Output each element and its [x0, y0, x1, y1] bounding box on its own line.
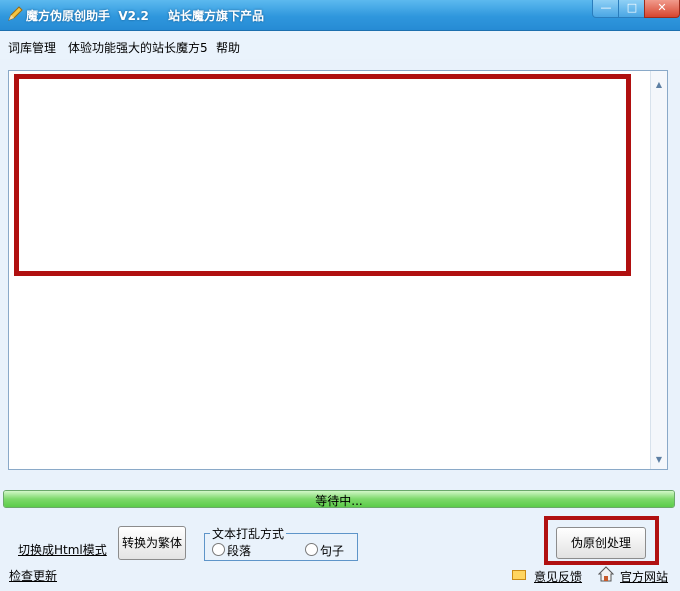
progress-label: 等待中...: [315, 494, 363, 508]
menu-item-lexicon[interactable]: 词库管理: [8, 39, 56, 56]
feedback-link[interactable]: 意见反馈: [534, 568, 582, 585]
scroll-up-icon[interactable]: ▲: [654, 80, 664, 90]
window-title: 魔方伪原创助手 V2.2: [26, 9, 149, 23]
html-mode-link[interactable]: 切换成Html模式: [18, 541, 107, 558]
menu-item-zzmofang[interactable]: 体验功能强大的站长魔方5: [68, 39, 208, 56]
radio-paragraph-label[interactable]: 段落: [227, 542, 251, 559]
menu-item-help[interactable]: 帮助: [216, 39, 240, 56]
minimize-button[interactable]: —: [592, 0, 620, 18]
radio-paragraph[interactable]: [212, 543, 225, 556]
radio-sentence[interactable]: [305, 543, 318, 556]
progress-bar: 等待中...: [3, 490, 675, 508]
title-bar: 魔方伪原创助手 V2.2 站长魔方旗下产品 — □ ✕: [0, 0, 680, 31]
home-icon: [598, 566, 614, 582]
close-icon: ✕: [657, 1, 667, 14]
maximize-button[interactable]: □: [618, 0, 646, 18]
shuffle-group-label: 文本打乱方式: [210, 525, 287, 542]
vertical-scrollbar[interactable]: ▲ ▼: [650, 71, 667, 469]
radio-sentence-label[interactable]: 句子: [320, 542, 344, 559]
minimize-icon: —: [600, 1, 612, 14]
website-link[interactable]: 官方网站: [620, 568, 668, 585]
maximize-icon: □: [626, 1, 638, 14]
check-update-link[interactable]: 检查更新: [9, 567, 57, 584]
scroll-down-icon[interactable]: ▼: [654, 455, 664, 465]
menu-bar: 词库管理 体验功能强大的站长魔方5 帮助: [0, 31, 680, 59]
editor-highlight-frame: [14, 74, 631, 276]
close-button[interactable]: ✕: [644, 0, 680, 18]
window-subtitle: 站长魔方旗下产品: [168, 9, 265, 23]
mail-icon: [512, 570, 526, 580]
pencil-icon: [8, 6, 23, 21]
convert-traditional-button[interactable]: 转换为繁体: [118, 526, 186, 560]
process-highlight-frame: [544, 516, 659, 565]
